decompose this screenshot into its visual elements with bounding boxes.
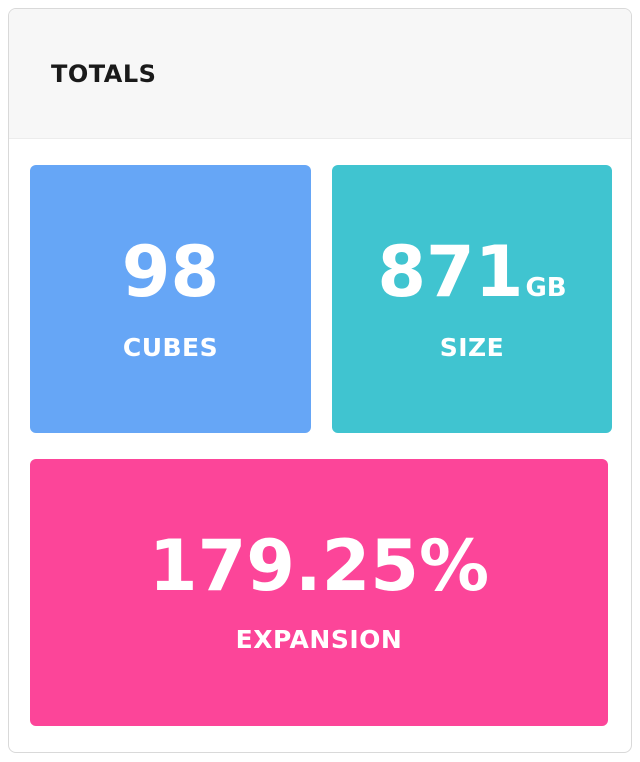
size-label: SIZE	[439, 333, 505, 362]
totals-panel: TOTALS 98 CUBES 871GB SIZE 179.25% EXPAN…	[8, 8, 632, 753]
size-number: 871	[377, 231, 524, 313]
size-value: 871GB	[332, 237, 612, 307]
size-unit: GB	[525, 273, 567, 303]
expansion-tile: 179.25% EXPANSION	[30, 459, 608, 726]
expansion-label: EXPANSION	[235, 625, 403, 654]
panel-header: TOTALS	[9, 9, 631, 139]
panel-title: TOTALS	[51, 59, 157, 88]
size-tile: 871GB SIZE	[332, 165, 612, 433]
cubes-tile: 98 CUBES	[30, 165, 311, 433]
cubes-value: 98	[30, 237, 311, 307]
expansion-number: 179.25%	[148, 525, 490, 607]
cubes-number: 98	[121, 231, 220, 313]
expansion-value: 179.25%	[30, 531, 608, 601]
cubes-label: CUBES	[122, 333, 219, 362]
